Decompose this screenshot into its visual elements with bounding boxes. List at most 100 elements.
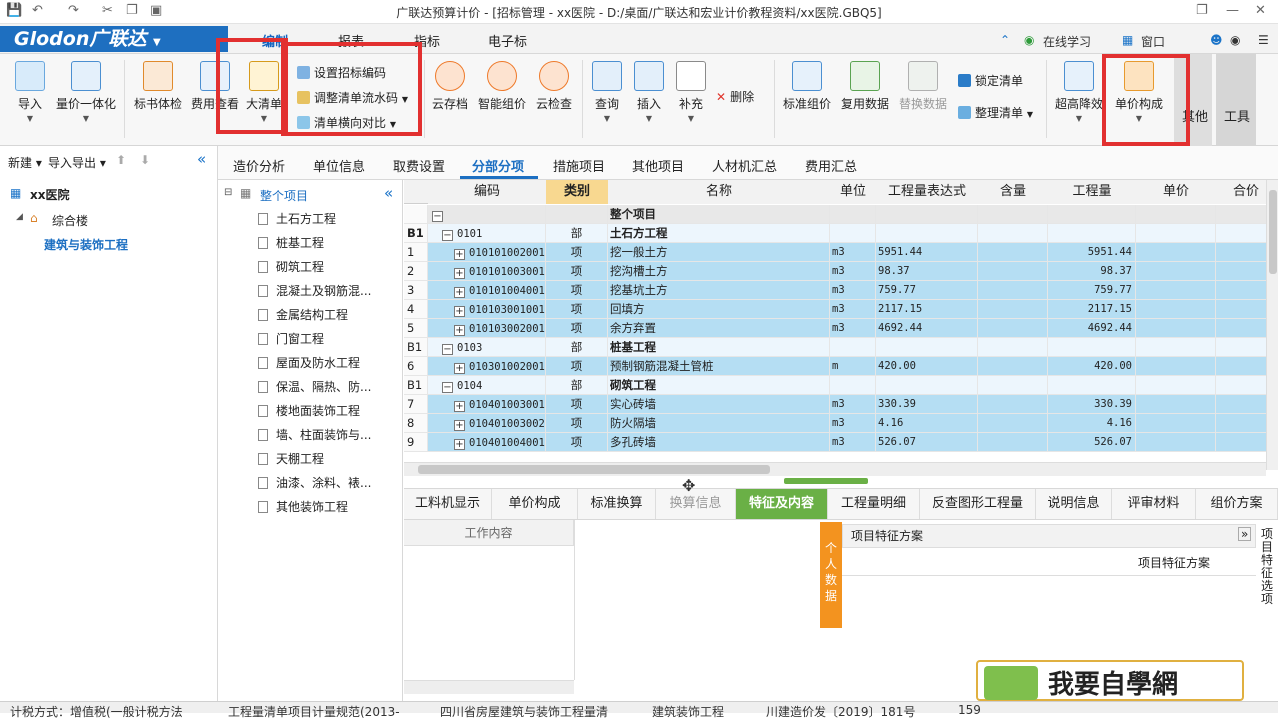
support-icon[interactable]: ◉ bbox=[1230, 33, 1240, 47]
tree-item[interactable]: 门窗工程 bbox=[228, 330, 398, 350]
col-name[interactable]: 名称 bbox=[608, 180, 830, 204]
col-type[interactable]: 类别 bbox=[546, 180, 608, 204]
table-row[interactable]: B1−0101 部土石方工程 bbox=[404, 224, 1266, 243]
tree-item[interactable]: 墙、柱面装饰与... bbox=[228, 426, 398, 446]
tab-sub-items[interactable]: 分部分项 bbox=[472, 156, 524, 175]
collapse-left-icon[interactable]: « bbox=[197, 150, 206, 168]
table-row[interactable]: 1 +010101002001 项挖一般土方 m3 5951.44 5951.44 bbox=[404, 243, 1266, 262]
reuse-data-button[interactable]: 复用数据 bbox=[838, 58, 892, 138]
tab-reverse-qty[interactable]: 反查图形工程量 bbox=[920, 489, 1036, 519]
unit-project-name[interactable]: 建筑与装饰工程 bbox=[44, 236, 128, 253]
table-row[interactable]: B1−0104 部砌筑工程 bbox=[404, 376, 1266, 395]
undo-icon[interactable]: ↶ bbox=[32, 3, 43, 18]
bid-check-button[interactable]: 标书体检 bbox=[132, 58, 184, 138]
expand-toggle-icon[interactable]: + bbox=[454, 249, 465, 260]
expand-toggle-icon[interactable]: + bbox=[454, 306, 465, 317]
table-row[interactable]: 5 +010103002001 项余方弃置 m3 4692.44 4692.44 bbox=[404, 319, 1266, 338]
collapse-tree-icon[interactable]: ⊟ bbox=[224, 187, 232, 198]
replace-data-button[interactable]: 替换数据 bbox=[896, 58, 950, 138]
tab-unit-price-comp[interactable]: 单价构成 bbox=[492, 489, 578, 519]
menu-tab-ebid[interactable]: 电子标 bbox=[488, 31, 527, 50]
tree-item[interactable]: 保温、隔热、防... bbox=[228, 378, 398, 398]
grid-horizontal-scrollbar[interactable] bbox=[404, 462, 1266, 476]
expand-toggle-icon[interactable]: + bbox=[454, 420, 465, 431]
tree-item[interactable]: 桩基工程 bbox=[228, 234, 398, 254]
scroll-thumb[interactable] bbox=[1269, 190, 1277, 274]
price-integration-button[interactable]: 量价一体化 ▼ bbox=[53, 58, 119, 138]
tree-item[interactable]: 土石方工程 bbox=[228, 210, 398, 230]
expand-toggle-icon[interactable]: + bbox=[454, 268, 465, 279]
high-cut-button[interactable]: 超高降效 ▼ bbox=[1054, 58, 1104, 138]
tree-item[interactable]: 砌筑工程 bbox=[228, 258, 398, 278]
table-row[interactable]: B1−0103 部桩基工程 bbox=[404, 338, 1266, 357]
tab-fee-summary[interactable]: 费用汇总 bbox=[805, 156, 857, 175]
tab-price-plan[interactable]: 组价方案 bbox=[1196, 489, 1278, 519]
paste-icon[interactable]: ▣ bbox=[150, 3, 162, 18]
tools-button[interactable]: 工具 bbox=[1224, 106, 1250, 125]
user-icon[interactable]: ☻ bbox=[1210, 33, 1223, 47]
tab-other-items[interactable]: 其他项目 bbox=[632, 156, 684, 175]
col-total[interactable]: 合价 bbox=[1216, 180, 1266, 204]
expand-panel-icon[interactable]: » bbox=[1238, 527, 1252, 541]
expand-toggle-icon[interactable]: + bbox=[454, 287, 465, 298]
tidy-list-button[interactable]: 整理清单 ▼ bbox=[958, 104, 1033, 121]
tree-root[interactable]: 整个项目 bbox=[260, 187, 308, 204]
tab-qty-detail[interactable]: 工程量明细 bbox=[828, 489, 920, 519]
delete-button[interactable]: ✕ 删除 bbox=[716, 88, 754, 105]
col-code[interactable]: 编码 bbox=[428, 180, 546, 204]
feature-options-side-tab[interactable]: 项目特征选项 bbox=[1258, 528, 1276, 638]
lock-list-button[interactable]: 锁定清单 bbox=[958, 72, 1023, 89]
grid-vertical-scrollbar[interactable] bbox=[1266, 180, 1278, 470]
detail-horizontal-scrollbar[interactable] bbox=[404, 680, 574, 694]
tab-std-conversion[interactable]: 标准换算 bbox=[578, 489, 656, 519]
col-qty[interactable]: 工程量 bbox=[1048, 180, 1136, 204]
table-row[interactable]: 3 +010101004001 项挖基坑土方 m3 759.77 759.77 bbox=[404, 281, 1266, 300]
cloud-check-button[interactable]: 云检查 bbox=[532, 58, 576, 138]
cloud-save-button[interactable]: 云存档 bbox=[430, 58, 470, 138]
tree-item[interactable]: 金属结构工程 bbox=[228, 306, 398, 326]
insert-button[interactable]: 插入 ▼ bbox=[630, 58, 668, 138]
table-row[interactable]: 7 +010401003001 项实心砖墙 m3 330.39 330.39 bbox=[404, 395, 1266, 414]
expand-toggle-icon[interactable]: − bbox=[442, 382, 453, 393]
supplement-button[interactable]: 补充 ▼ bbox=[672, 58, 710, 138]
close-icon[interactable]: ✕ bbox=[1255, 3, 1266, 18]
tab-conversion-info[interactable]: 换算信息 bbox=[656, 489, 736, 519]
scroll-thumb[interactable] bbox=[418, 465, 770, 474]
window-menu-button[interactable]: 窗口 bbox=[1141, 33, 1165, 50]
tab-measures[interactable]: 措施项目 bbox=[553, 156, 605, 175]
expand-toggle-icon[interactable]: − bbox=[432, 211, 443, 222]
cut-icon[interactable]: ✂ bbox=[102, 3, 113, 18]
building-name[interactable]: 综合楼 bbox=[52, 212, 88, 229]
std-price-button[interactable]: 标准组价 bbox=[780, 58, 834, 138]
tree-item[interactable]: 楼地面装饰工程 bbox=[228, 402, 398, 422]
tab-features-content[interactable]: 特征及内容 bbox=[736, 489, 828, 519]
redo-icon[interactable]: ↷ bbox=[68, 3, 79, 18]
table-row[interactable]: 2 +010101003001 项挖沟槽土方 m3 98.37 98.37 bbox=[404, 262, 1266, 281]
table-row[interactable]: 6 +010301002001 项预制钢筋混凝土管桩 m 420.00 420.00 bbox=[404, 357, 1266, 376]
tree-item[interactable]: 其他装饰工程 bbox=[228, 498, 398, 518]
table-row[interactable]: 4 +010103001001 项回填方 m3 2117.15 2117.15 bbox=[404, 300, 1266, 319]
tab-material-display[interactable]: 工料机显示 bbox=[404, 489, 492, 519]
tab-fee-settings[interactable]: 取费设置 bbox=[393, 156, 445, 175]
new-button[interactable]: 新建 ▾ bbox=[8, 154, 42, 171]
tab-cost-analysis[interactable]: 造价分析 bbox=[233, 156, 285, 175]
tab-review-material[interactable]: 评审材料 bbox=[1112, 489, 1196, 519]
import-button[interactable]: 导入 ▼ bbox=[10, 58, 50, 138]
expand-toggle-icon[interactable]: + bbox=[454, 325, 465, 336]
menu-icon[interactable]: ☰ bbox=[1258, 33, 1269, 47]
col-unit-price[interactable]: 单价 bbox=[1136, 180, 1216, 204]
table-row[interactable]: − 整个项目 bbox=[404, 205, 1266, 224]
tree-item[interactable]: 天棚工程 bbox=[228, 450, 398, 470]
tree-item[interactable]: 油漆、涂料、裱... bbox=[228, 474, 398, 494]
expand-toggle-icon[interactable]: + bbox=[454, 439, 465, 450]
window-icon[interactable]: ▦ bbox=[1122, 33, 1133, 47]
tree-item[interactable]: 屋面及防水工程 bbox=[228, 354, 398, 374]
project-name[interactable]: xx医院 bbox=[30, 186, 69, 203]
tab-unit-info[interactable]: 单位信息 bbox=[313, 156, 365, 175]
tree-item[interactable]: 混凝土及钢筋混... bbox=[228, 282, 398, 302]
tab-labor-material[interactable]: 人材机汇总 bbox=[712, 156, 777, 175]
move-up-icon[interactable]: ⬆ bbox=[116, 153, 126, 167]
splitter-handle[interactable] bbox=[784, 478, 868, 484]
online-learn-button[interactable]: 在线学习 bbox=[1043, 33, 1091, 50]
smart-price-button[interactable]: 智能组价 bbox=[476, 58, 528, 138]
